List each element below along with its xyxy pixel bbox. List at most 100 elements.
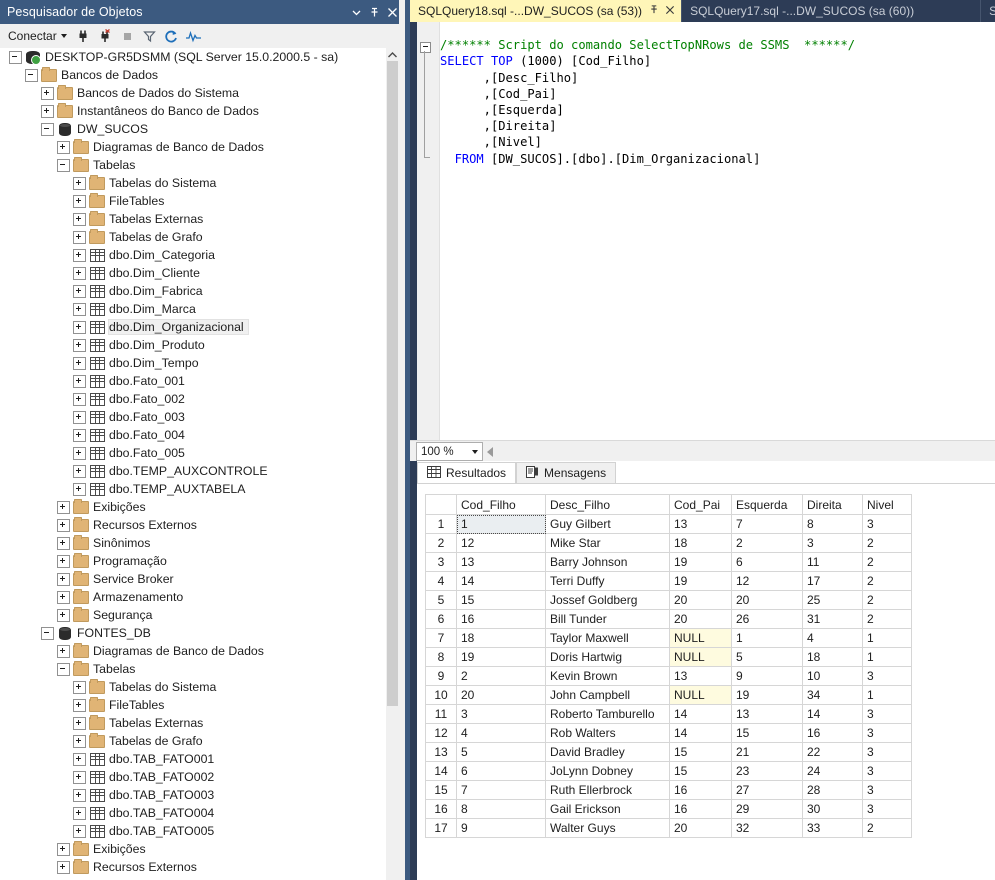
- row-number[interactable]: 2: [425, 533, 457, 553]
- tree-item[interactable]: Tabelas: [0, 156, 386, 174]
- tree-item[interactable]: Recursos Externos: [0, 858, 386, 876]
- tree-item[interactable]: dbo.Dim_Fabrica: [0, 282, 386, 300]
- table-cell[interactable]: 4: [456, 723, 546, 743]
- table-cell[interactable]: 30: [802, 799, 863, 819]
- table-row[interactable]: 15 7 Ruth Ellerbrock 16 27 28 3: [425, 780, 912, 800]
- table-cell[interactable]: 13: [731, 704, 803, 724]
- table-cell[interactable]: 14: [802, 704, 863, 724]
- tree-item[interactable]: DESKTOP-GR5DSMM (SQL Server 15.0.2000.5 …: [0, 48, 386, 66]
- expander-minus-icon[interactable]: [57, 662, 70, 676]
- tree-item[interactable]: Sinônimos: [0, 534, 386, 552]
- table-cell[interactable]: 13: [669, 514, 732, 534]
- expander-plus-icon[interactable]: [73, 824, 86, 838]
- expander-plus-icon[interactable]: [73, 464, 86, 478]
- refresh-icon[interactable]: [161, 25, 183, 47]
- tree-item[interactable]: dbo.TAB_FATO005: [0, 822, 386, 840]
- table-cell[interactable]: 34: [802, 685, 863, 705]
- table-cell[interactable]: 32: [731, 818, 803, 838]
- tree-item[interactable]: Tabelas: [0, 660, 386, 678]
- expander-plus-icon[interactable]: [57, 140, 70, 154]
- tree-item[interactable]: dbo.Dim_Produto: [0, 336, 386, 354]
- table-cell[interactable]: 19: [669, 552, 732, 572]
- table-row[interactable]: 12 4 Rob Walters 14 15 16 3: [425, 723, 912, 743]
- row-number[interactable]: 14: [425, 761, 457, 781]
- tree-item[interactable]: dbo.Fato_001: [0, 372, 386, 390]
- expander-minus-icon[interactable]: [25, 68, 38, 82]
- expander-plus-icon[interactable]: [73, 248, 86, 262]
- connect-icon[interactable]: [73, 25, 95, 47]
- table-cell[interactable]: 3: [456, 704, 546, 724]
- table-cell[interactable]: 12: [731, 571, 803, 591]
- table-cell[interactable]: 3: [862, 780, 912, 800]
- column-header[interactable]: Cod_Filho: [456, 494, 546, 515]
- table-cell[interactable]: 18: [802, 647, 863, 667]
- tree-item[interactable]: dbo.Fato_003: [0, 408, 386, 426]
- table-cell[interactable]: 22: [802, 742, 863, 762]
- column-header[interactable]: Direita: [802, 494, 863, 515]
- table-row[interactable]: 13 5 David Bradley 15 21 22 3: [425, 742, 912, 762]
- table-cell[interactable]: Terri Duffy: [545, 571, 670, 591]
- column-header[interactable]: [425, 494, 457, 515]
- editor-tab-strip[interactable]: SQLQuery18.sql -...DW_SUCOS (sa (53)) SQL…: [410, 0, 995, 22]
- expander-plus-icon[interactable]: [57, 860, 70, 874]
- tree-item[interactable]: dbo.Dim_Organizacional: [0, 318, 386, 336]
- row-number[interactable]: 13: [425, 742, 457, 762]
- table-cell[interactable]: 12: [456, 533, 546, 553]
- tree-item[interactable]: dbo.Fato_005: [0, 444, 386, 462]
- table-row[interactable]: 16 8 Gail Erickson 16 29 30 3: [425, 799, 912, 819]
- table-row[interactable]: 7 18 Taylor Maxwell NULL 1 4 1: [425, 628, 912, 648]
- tree-item[interactable]: Tabelas de Grafo: [0, 732, 386, 750]
- expander-minus-icon[interactable]: [57, 158, 70, 172]
- close-icon[interactable]: [665, 4, 675, 18]
- table-row[interactable]: 2 12 Mike Star 18 2 3 2: [425, 533, 912, 553]
- tree-item[interactable]: FileTables: [0, 192, 386, 210]
- table-cell[interactable]: NULL: [669, 647, 732, 667]
- results-tab[interactable]: Resultados: [417, 462, 517, 484]
- table-cell[interactable]: 14: [456, 571, 546, 591]
- table-cell[interactable]: 18: [456, 628, 546, 648]
- column-header[interactable]: Esquerda: [731, 494, 803, 515]
- table-cell[interactable]: 27: [731, 780, 803, 800]
- table-cell[interactable]: 8: [456, 799, 546, 819]
- column-header[interactable]: Cod_Pai: [669, 494, 732, 515]
- table-cell[interactable]: 19: [456, 647, 546, 667]
- table-cell[interactable]: 20: [669, 609, 732, 629]
- table-cell[interactable]: 20: [669, 590, 732, 610]
- expander-plus-icon[interactable]: [73, 770, 86, 784]
- expander-plus-icon[interactable]: [57, 554, 70, 568]
- row-number[interactable]: 8: [425, 647, 457, 667]
- expander-plus-icon[interactable]: [57, 644, 70, 658]
- table-cell[interactable]: 2: [862, 818, 912, 838]
- table-cell[interactable]: 2: [862, 533, 912, 553]
- table-row[interactable]: 14 6 JoLynn Dobney 15 23 24 3: [425, 761, 912, 781]
- tree-item[interactable]: Tabelas do Sistema: [0, 174, 386, 192]
- tree-item[interactable]: dbo.TAB_FATO001: [0, 750, 386, 768]
- table-cell[interactable]: 6: [456, 761, 546, 781]
- connect-button[interactable]: Conectar: [0, 26, 73, 46]
- table-cell[interactable]: Roberto Tamburello: [545, 704, 670, 724]
- table-cell[interactable]: 3: [862, 666, 912, 686]
- expander-plus-icon[interactable]: [73, 752, 86, 766]
- table-cell[interactable]: 18: [669, 533, 732, 553]
- table-cell[interactable]: 1: [862, 685, 912, 705]
- table-cell[interactable]: 17: [802, 571, 863, 591]
- tree-item[interactable]: dbo.Dim_Tempo: [0, 354, 386, 372]
- table-cell[interactable]: 4: [802, 628, 863, 648]
- row-number[interactable]: 11: [425, 704, 457, 724]
- editor-tab[interactable]: SQLQuery17.sql -...DW_SUCOS (sa (60)): [681, 0, 920, 22]
- table-cell[interactable]: 3: [862, 723, 912, 743]
- expander-plus-icon[interactable]: [57, 842, 70, 856]
- expander-plus-icon[interactable]: [73, 356, 86, 370]
- expander-plus-icon[interactable]: [73, 392, 86, 406]
- scroll-up-icon[interactable]: [386, 48, 399, 61]
- table-cell[interactable]: 13: [456, 552, 546, 572]
- expander-plus-icon[interactable]: [73, 410, 86, 424]
- expander-plus-icon[interactable]: [73, 320, 86, 334]
- row-number[interactable]: 15: [425, 780, 457, 800]
- table-row[interactable]: 17 9 Walter Guys 20 32 33 2: [425, 818, 912, 838]
- table-cell[interactable]: Ruth Ellerbrock: [545, 780, 670, 800]
- results-tab[interactable]: Mensagens: [516, 462, 617, 484]
- pin-icon[interactable]: [365, 2, 383, 22]
- tree-item[interactable]: dbo.TAB_FATO003: [0, 786, 386, 804]
- object-explorer-tree[interactable]: DESKTOP-GR5DSMM (SQL Server 15.0.2000.5 …: [0, 48, 386, 880]
